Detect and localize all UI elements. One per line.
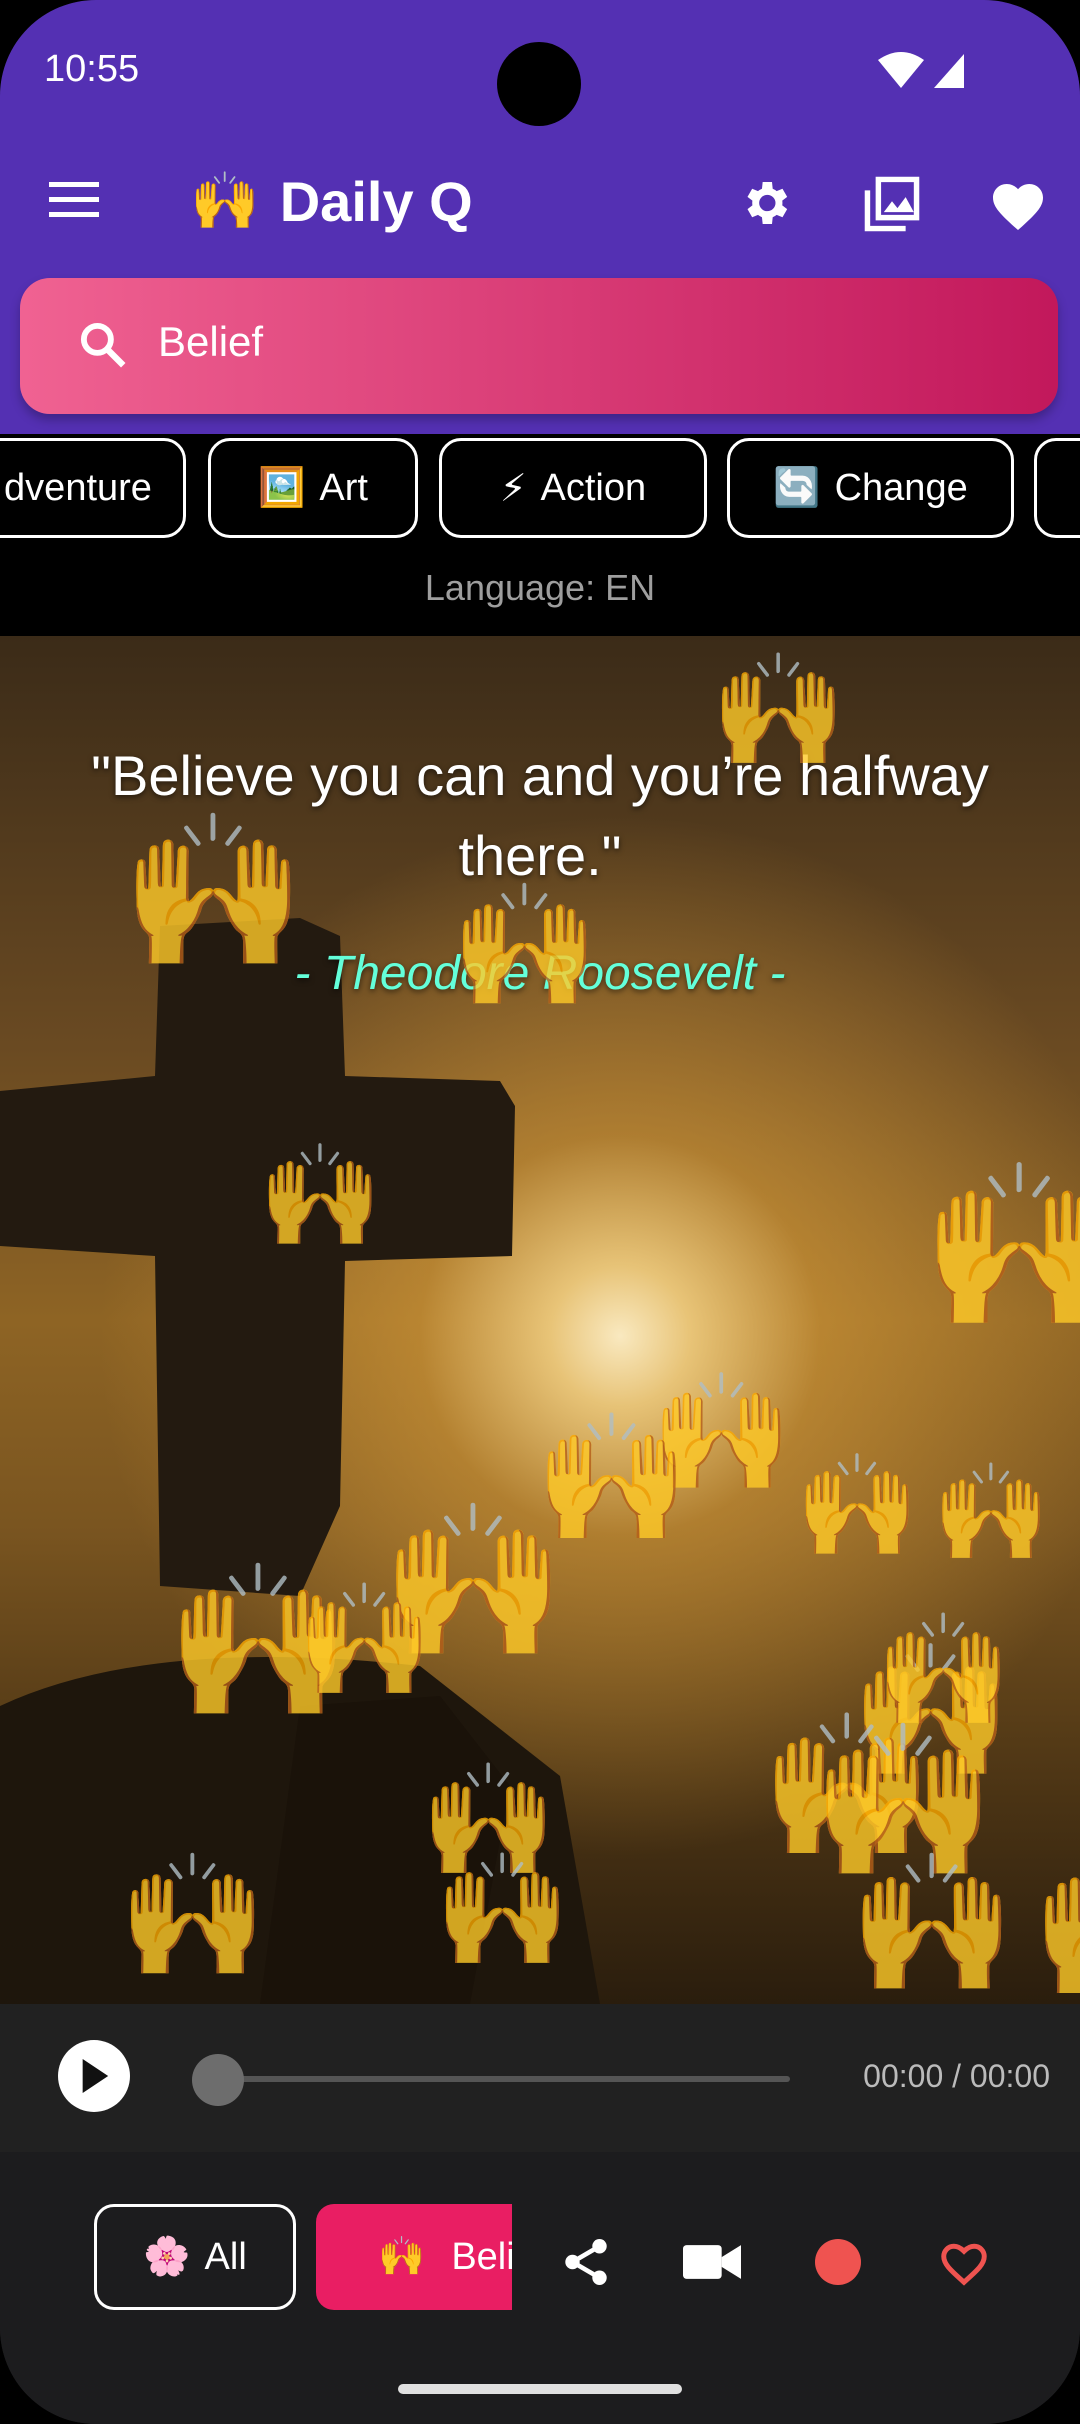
title-text: Daily Q [279,169,473,233]
record-icon [815,2239,861,2285]
chip-adventure[interactable]: dventure [0,438,186,538]
share-button[interactable] [554,2230,618,2294]
raising-hands-icon: 🙌 [296,1579,433,1702]
heart-icon [993,184,1043,230]
raising-hands-icon: 🙌 [118,1849,268,1983]
favorites-button[interactable] [980,166,1056,242]
gear-icon [747,182,788,224]
chip-art[interactable]: 🖼️ Art [208,438,418,538]
play-button[interactable] [58,2040,130,2112]
gallery-button[interactable] [854,166,930,242]
status-time: 10:55 [44,48,140,90]
audio-progress-track[interactable] [218,2076,790,2082]
raising-hands-icon: 🙌 [848,1848,1017,1999]
photo-library-icon [864,176,920,232]
play-icon [82,2059,109,2093]
video-button[interactable] [680,2230,744,2294]
lightning-icon: ⚡ [499,467,527,510]
app-title: 🙌 Daily Q [190,168,473,234]
raising-hands-icon: 🙌 [434,1849,571,1972]
quote-image[interactable]: "Believe you can and you’re halfway ther… [0,636,1080,2004]
raising-hands-icon: 🙌 [1030,1856,1080,1996]
raising-hands-icon: 🙌 [920,1156,1080,1335]
chip-next[interactable] [1034,438,1080,538]
search-icon [80,322,126,368]
raising-hands-icon: 🙌 [378,2236,426,2278]
camera-cutout [497,42,581,126]
raising-hands-icon: 🙌 [258,1140,383,1252]
all-filter-button[interactable]: 🌸 All [94,2204,296,2310]
selected-category-chip[interactable]: 🙌 Belief [316,2204,512,2310]
raising-hands-icon: 🙌 [450,879,600,1013]
like-button[interactable] [932,2230,996,2294]
menu-button[interactable] [44,170,104,230]
status-bar: 10:55 [0,0,1080,140]
audio-player: 00:00 / 00:00 [0,2004,1080,2152]
title-emoji: 🙌 [190,169,260,232]
chip-change[interactable]: 🔄 Change [727,438,1014,538]
refresh-icon: 🔄 [773,467,821,509]
search-bar[interactable]: Belief [20,278,1058,414]
app-screen: 10:55 🙌 Daily Q Belief dventure 🖼️ Art ⚡… [0,0,1080,2424]
raising-hands-icon: 🙌 [932,1460,1051,1566]
heart-outline-icon [941,2243,987,2286]
video-camera-icon [683,2245,741,2279]
record-button[interactable] [806,2230,870,2294]
raising-hands-icon: 🙌 [710,649,847,772]
flower-icon: 🌸 [143,2236,191,2278]
chip-action[interactable]: ⚡ Action [439,438,707,538]
signal-icon [934,54,964,88]
status-icons [876,50,968,95]
search-input[interactable]: Belief [158,318,263,366]
audio-progress-thumb[interactable] [192,2054,244,2106]
wifi-icon [878,52,924,88]
settings-button[interactable] [730,168,800,238]
menu-icon [49,182,99,217]
language-label: Language: EN [0,546,1080,636]
raising-hands-icon: 🙌 [795,1450,920,1562]
category-chips[interactable]: dventure 🖼️ Art ⚡ Action 🔄 Change [0,434,1080,546]
home-indicator[interactable] [398,2384,682,2394]
art-icon: 🖼️ [258,467,306,509]
audio-time: 00:00 / 00:00 [863,2058,1050,2094]
share-icon [565,2239,607,2285]
app-bar: 10:55 🙌 Daily Q Belief [0,0,1080,434]
raising-hands-icon: 🙌 [120,807,307,975]
